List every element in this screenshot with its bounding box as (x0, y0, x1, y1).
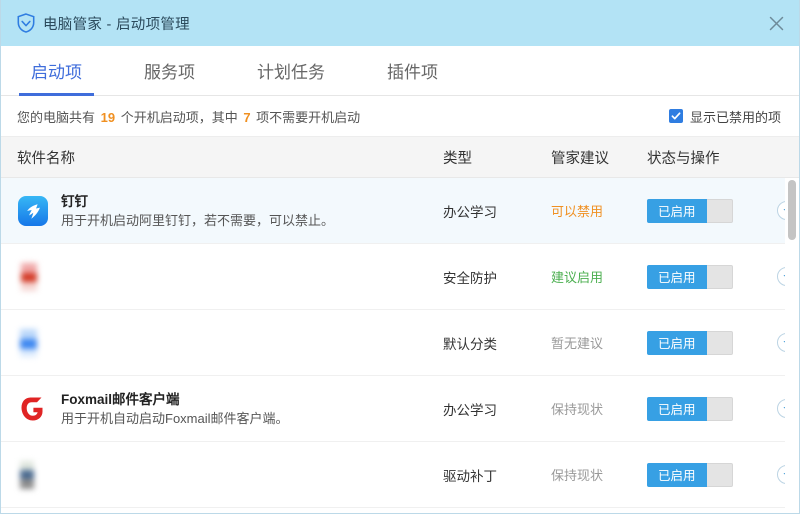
row-advice-cell: 建议启用 (551, 270, 604, 285)
enable-toggle[interactable]: 已启用 (647, 330, 733, 355)
toggle-state-label: 已启用 (647, 462, 707, 487)
table-row[interactable]: 钉钉用于开机启动阿里钉钉，若不需要，可以禁止。 办公学习 可以禁用 已启用 (1, 178, 799, 244)
check-icon (671, 112, 681, 120)
app-description: 用于开机启动阿里钉钉，若不需要，可以禁止。 (61, 212, 335, 228)
tab-bar: 启动项 服务项 计划任务 插件项 (1, 46, 799, 96)
row-status-cell: 已启用 (647, 264, 777, 289)
foxmail-icon (21, 397, 43, 420)
show-disabled-label: 显示已禁用的项 (689, 109, 781, 125)
summary-part-1: 您的电脑共有 (17, 109, 99, 125)
row-advice-cell: 保持现状 (551, 402, 604, 417)
startup-summary-text: 您的电脑共有 19 个开机启动项，其中 7 项不需要开机启动 (17, 107, 360, 126)
close-icon (769, 16, 783, 30)
startup-item-list: 钉钉 用于开机启动阿里钉钉，若不需要，可以禁止。 办公学习 可以禁用 已启用 安全防护 建议… (1, 178, 799, 513)
tab-services[interactable]: 服务项 (132, 46, 207, 96)
toggle-state-label: 已启用 (647, 396, 707, 421)
app-description: 用于开机自动启动Foxmail邮件客户端。 (61, 410, 289, 426)
censored-red-icon (21, 262, 37, 291)
toggle-state-label: 已启用 (647, 264, 707, 289)
row-name-cell: 钉钉用于开机启动阿里钉钉，若不需要，可以禁止。 (1, 192, 443, 230)
app-name-block: 钉钉用于开机启动阿里钉钉，若不需要，可以禁止。 (61, 192, 334, 230)
title-bar: 电脑管家 - 启动项管理 (1, 0, 799, 46)
enable-toggle[interactable]: 已启用 (647, 396, 733, 421)
shield-check-icon (17, 13, 35, 33)
column-header-advice: 管家建议 (551, 150, 609, 167)
tab-services-label: 服务项 (144, 63, 195, 82)
total-startup-count: 19 (100, 109, 116, 125)
table-header: 软件名称 类型 管家建议 状态与操作 (1, 136, 799, 178)
toggle-knob[interactable] (706, 264, 733, 289)
startup-manager-window: 电脑管家 - 启动项管理 启动项 服务项 计划任务 插件项 您的电脑共有 19 … (0, 0, 800, 514)
tab-plugins[interactable]: 插件项 (375, 46, 450, 96)
toggle-knob[interactable] (706, 462, 733, 487)
row-type-cell: 驱动补丁 (443, 468, 497, 484)
unneeded-startup-count: 7 (243, 109, 251, 125)
censored-blue-icon (20, 328, 37, 357)
toggle-knob[interactable] (706, 330, 733, 355)
row-type-cell: 办公学习 (443, 402, 497, 418)
table-row[interactable]: 驱动补丁 保持现状 已启用 (1, 442, 799, 508)
tab-plugins-label: 插件项 (387, 63, 438, 82)
column-header-status: 状态与操作 (647, 150, 720, 167)
censored-dark-icon (20, 460, 34, 489)
dingtalk-icon (18, 195, 48, 226)
tab-scheduled-tasks-label: 计划任务 (257, 63, 325, 82)
enable-toggle[interactable]: 已启用 (647, 198, 733, 223)
app-title: Foxmail邮件客户端 (61, 391, 180, 407)
app-name-block: Foxmail邮件客户端用于开机自动启动Foxmail邮件客户端。 (61, 390, 289, 428)
tab-startup-label: 启动项 (31, 63, 82, 82)
row-name-cell (1, 459, 443, 491)
row-type-cell: 办公学习 (443, 204, 497, 220)
row-advice-cell: 暂无建议 (551, 336, 604, 351)
row-type-cell: 安全防护 (443, 270, 497, 286)
tab-scheduled-tasks[interactable]: 计划任务 (245, 46, 337, 96)
close-button[interactable] (753, 0, 799, 46)
row-status-cell: 已启用 (647, 198, 777, 223)
row-name-cell: Foxmail邮件客户端用于开机自动启动Foxmail邮件客户端。 (1, 390, 443, 428)
row-status-cell: 已启用 (647, 396, 777, 421)
summary-part-3: 项不需要开机启动 (252, 109, 361, 125)
toggle-knob[interactable] (706, 396, 733, 421)
table-row[interactable]: 默认分类 暂无建议 已启用 (1, 310, 799, 376)
enable-toggle[interactable]: 已启用 (647, 462, 733, 487)
show-disabled-checkbox[interactable] (668, 109, 683, 123)
show-disabled-toggle[interactable]: 显示已禁用的项 (668, 107, 781, 126)
enable-toggle[interactable]: 已启用 (647, 264, 733, 289)
window-title: 电脑管家 - 启动项管理 (43, 16, 190, 33)
table-row[interactable]: Foxmail邮件客户端用于开机自动启动Foxmail邮件客户端。 办公学习 保持现… (1, 376, 799, 442)
row-name-cell (1, 327, 443, 359)
row-name-cell (1, 261, 443, 293)
row-status-cell: 已启用 (647, 462, 777, 487)
vertical-scrollbar[interactable] (785, 178, 799, 513)
row-type-cell: 默认分类 (443, 336, 497, 352)
table-row[interactable]: 安全防护 建议启用 已启用 (1, 244, 799, 310)
column-header-type: 类型 (443, 150, 472, 167)
toggle-knob[interactable] (706, 198, 733, 223)
row-status-cell: 已启用 (647, 330, 777, 355)
row-advice-cell: 保持现状 (551, 468, 604, 483)
column-header-name: 软件名称 (17, 150, 75, 167)
info-bar: 您的电脑共有 19 个开机启动项，其中 7 项不需要开机启动 显示已禁用的项 (1, 96, 799, 136)
scrollbar-thumb[interactable] (788, 180, 796, 240)
toggle-state-label: 已启用 (647, 330, 707, 355)
app-title: 钉钉 (61, 193, 88, 209)
row-advice-cell: 可以禁用 (551, 204, 604, 219)
tab-startup[interactable]: 启动项 (19, 46, 94, 96)
toggle-state-label: 已启用 (647, 198, 707, 223)
summary-part-2: 个开机启动项，其中 (117, 109, 242, 125)
